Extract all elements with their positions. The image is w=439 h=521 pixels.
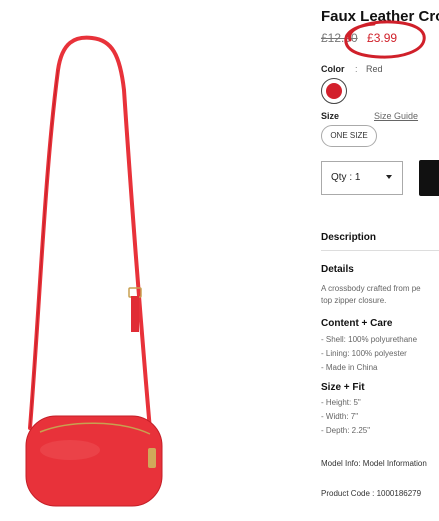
- size-option-button[interactable]: ONE SIZE: [321, 125, 377, 147]
- color-value: Red: [366, 64, 383, 74]
- product-code: Product Code : 1000186279: [321, 489, 422, 498]
- swatch-dot: [326, 83, 342, 99]
- content-care-list: - Shell: 100% polyurethane - Lining: 100…: [321, 333, 417, 375]
- product-title: Faux Leather Cro: [321, 8, 439, 25]
- color-swatch-red[interactable]: [321, 78, 347, 104]
- list-item: - Depth: 2.25": [321, 426, 371, 435]
- list-item: - Height: 5": [321, 398, 361, 407]
- details-line-1: A crossbody crafted from pe: [321, 284, 421, 293]
- product-image[interactable]: [0, 0, 300, 521]
- color-label: Color: [321, 64, 345, 74]
- color-separator: :: [355, 64, 358, 74]
- list-item: - Width: 7": [321, 412, 359, 421]
- details-heading: Details: [321, 264, 354, 275]
- list-item: - Shell: 100% polyurethane: [321, 335, 418, 344]
- size-row: Size Size Guide: [321, 111, 439, 121]
- size-label: Size: [321, 111, 340, 121]
- product-info: Faux Leather Cro £12.00 £3.99 Color : Re…: [321, 0, 439, 521]
- size-guide-link[interactable]: Size Guide: [374, 111, 418, 121]
- add-to-bag-button[interactable]: [419, 160, 439, 196]
- sale-price: £3.99: [367, 31, 398, 45]
- content-care-heading: Content + Care: [321, 318, 393, 329]
- chevron-down-icon: [386, 175, 392, 179]
- size-fit-heading: Size + Fit: [321, 382, 365, 393]
- description-heading[interactable]: Description: [321, 232, 376, 243]
- quantity-value: Qty : 1: [331, 172, 361, 183]
- description-divider: [321, 250, 439, 251]
- list-item: - Made in China: [321, 363, 378, 372]
- details-line-2: top zipper closure.: [321, 296, 387, 305]
- size-fit-list: - Height: 5" - Width: 7" - Depth: 2.25": [321, 396, 370, 438]
- bag-strap: [28, 35, 152, 432]
- model-info: Model Info: Model Information: [321, 459, 427, 468]
- list-item: - Lining: 100% polyester: [321, 349, 407, 358]
- price-row: £12.00 £3.99: [321, 31, 397, 45]
- color-row: Color : Red: [321, 64, 383, 74]
- quantity-select[interactable]: Qty : 1: [321, 161, 403, 195]
- product-page: Faux Leather Cro £12.00 £3.99 Color : Re…: [0, 0, 439, 521]
- original-price: £12.00: [321, 31, 358, 45]
